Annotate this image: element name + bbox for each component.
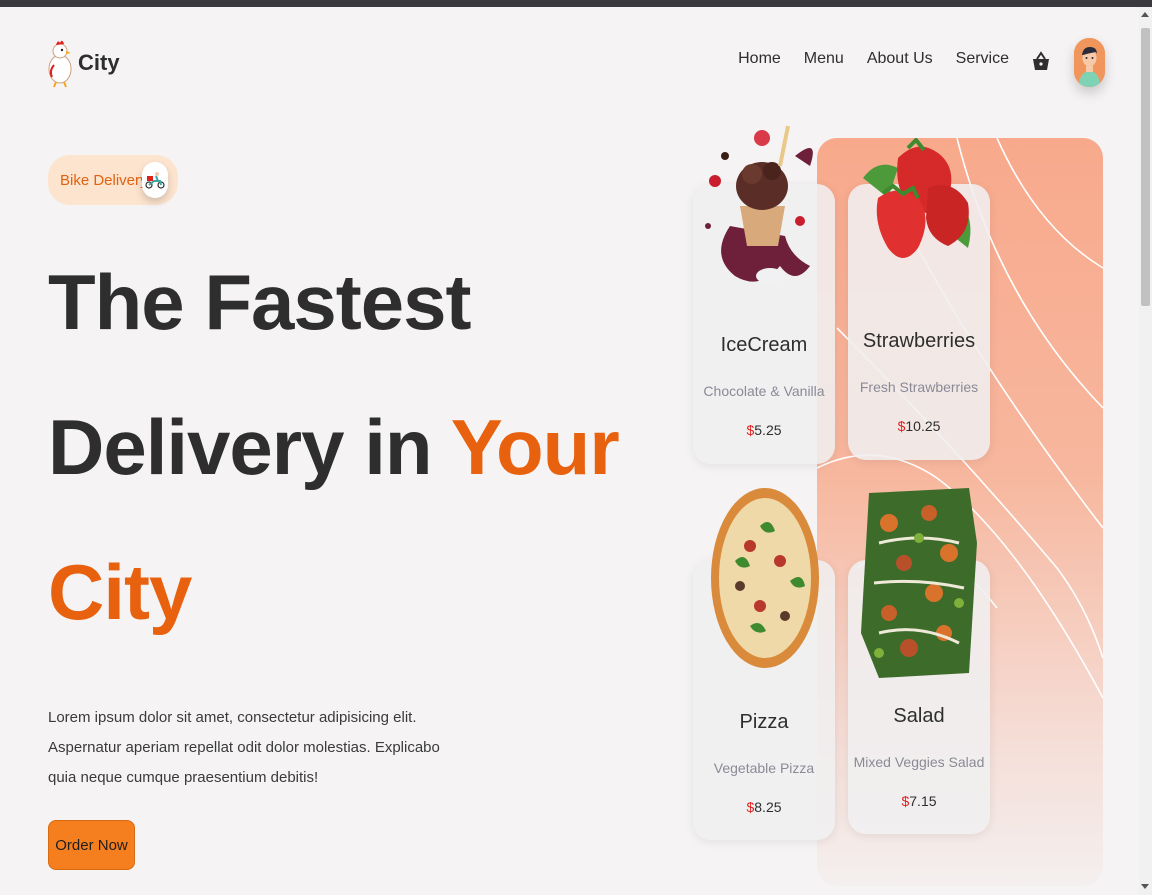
card-subtitle: Chocolate & Vanilla — [703, 383, 825, 399]
basket-icon[interactable] — [1031, 49, 1051, 73]
card-price: $10.25 — [848, 418, 990, 434]
nav-home[interactable]: Home — [738, 50, 781, 68]
hero-title-line-2: Delivery in Your — [48, 408, 620, 486]
card-subtitle: Mixed Veggies Salad — [853, 754, 985, 770]
price-value: 5.25 — [754, 422, 782, 438]
scooter-icon — [142, 162, 168, 198]
user-avatar[interactable] — [1074, 38, 1105, 87]
chicken-logo-icon — [48, 40, 72, 88]
card-title: Strawberries — [862, 330, 976, 352]
icecream-image — [705, 125, 813, 284]
hero-title-line-2-accent: Your — [450, 403, 620, 491]
nav-about-us[interactable]: About Us — [867, 50, 933, 68]
nav-service[interactable]: Service — [956, 50, 1009, 68]
scrollbar-thumb[interactable] — [1141, 28, 1150, 306]
card-price: $8.25 — [693, 799, 835, 815]
hero-title-line-1: The Fastest — [48, 258, 471, 346]
nav-menu[interactable]: Menu — [804, 50, 844, 68]
browser-top-strip — [0, 0, 1152, 7]
order-now-button[interactable]: Order Now — [48, 820, 135, 870]
card-title: Salad — [893, 705, 945, 727]
hero-title-line-2-dark: Delivery in — [48, 403, 451, 491]
avatar-person-icon — [1074, 38, 1105, 87]
strawberries-image — [863, 138, 971, 258]
card-price: $7.15 — [848, 793, 990, 809]
hero-title-line-3: City — [48, 548, 192, 636]
badge-label: Bike Delivery — [60, 171, 148, 189]
brand-logo[interactable]: City — [46, 37, 120, 89]
card-title: Pizza — [739, 711, 789, 733]
card-title: IceCream — [720, 334, 808, 356]
scroll-up-arrow-icon[interactable] — [1141, 12, 1149, 17]
card-price: $5.25 — [693, 422, 835, 438]
hero-description: Lorem ipsum dolor sit amet, consectetur … — [48, 709, 440, 786]
brand-name: City — [78, 50, 120, 75]
price-value: 8.25 — [754, 799, 782, 815]
main-nav: Home Menu About Us Service — [738, 50, 1009, 68]
pizza-image — [711, 488, 819, 668]
salad-image — [861, 488, 977, 678]
price-value: 10.25 — [905, 418, 941, 434]
card-subtitle: Fresh Strawberries — [859, 379, 979, 395]
bike-delivery-badge: Bike Delivery — [48, 155, 178, 205]
scroll-down-arrow-icon[interactable] — [1141, 884, 1149, 889]
card-subtitle: Vegetable Pizza — [713, 760, 815, 776]
price-value: 7.15 — [909, 793, 937, 809]
